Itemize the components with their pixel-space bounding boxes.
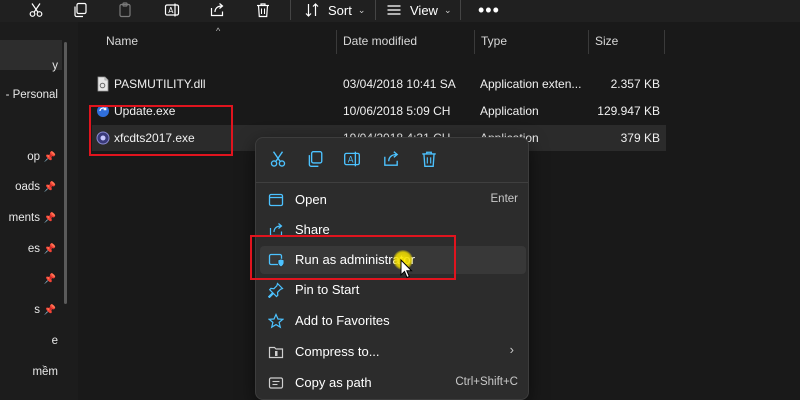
zip-folder-icon [268, 344, 284, 360]
nav-item-label: oads [15, 181, 40, 193]
rename-icon[interactable]: A [162, 0, 182, 20]
menu-item-open[interactable]: Open Enter [260, 186, 526, 214]
nav-item[interactable]: - Personal [0, 82, 62, 108]
more-options-button[interactable]: ••• [478, 0, 500, 20]
copy-icon[interactable] [306, 150, 324, 168]
pin-icon[interactable]: 📌 [44, 213, 56, 224]
pin-icon[interactable]: 📌 [44, 274, 56, 285]
paste-icon[interactable] [115, 0, 135, 20]
nav-item-label: e [51, 335, 58, 347]
cut-icon[interactable] [269, 150, 287, 168]
toolbar-separator [460, 0, 461, 20]
share-icon[interactable] [382, 150, 400, 168]
file-size: 379 KB [620, 131, 660, 145]
file-row[interactable]: PASMUTILITY.dll 03/04/2018 10:41 SA Applic… [92, 71, 666, 97]
delete-icon[interactable] [253, 0, 273, 20]
highlight-box-file [89, 105, 233, 156]
nav-item-label: ments [8, 212, 40, 224]
file-type: Application [480, 104, 539, 118]
nav-item[interactable]: op 📌 [0, 144, 62, 170]
navigation-pane: y- Personal op 📌 oads 📌 ments 📌 es 📌 📌 s 📌 e mềm [0, 22, 78, 400]
nav-item-label: y [52, 60, 58, 72]
file-type: Application exten... [480, 77, 582, 91]
toolbar-separator [375, 0, 376, 20]
file-name: PASMUTILITY.dll [114, 77, 206, 91]
view-list-icon [387, 5, 401, 15]
menu-item-copy-as-path[interactable]: Copy as path Ctrl+Shift+C [260, 369, 526, 397]
column-divider[interactable] [336, 30, 337, 54]
context-quick-actions: A [256, 138, 530, 180]
pin-icon [267, 282, 284, 299]
svg-text:A: A [348, 154, 354, 164]
menu-item-label: Copy as path [295, 375, 372, 390]
nav-scrollbar[interactable] [64, 42, 67, 304]
menu-item-label: Add to Favorites [295, 313, 390, 328]
rename-icon[interactable]: A [343, 150, 361, 168]
chevron-right-icon: › [509, 342, 514, 357]
open-app-icon [268, 192, 284, 208]
column-header-name[interactable]: Name [106, 34, 138, 48]
menu-item-label: Compress to... [295, 344, 380, 359]
menu-item-label: Pin to Start [295, 282, 360, 297]
menu-item-label: Open [295, 192, 327, 207]
nav-item[interactable]: ments 📌 [0, 205, 62, 231]
nav-item-label: mềm [32, 366, 58, 378]
mouse-cursor-icon [400, 259, 413, 279]
menu-item-add-to-favorites[interactable]: Add to Favorites [260, 307, 526, 335]
pin-icon[interactable]: 📌 [44, 152, 56, 163]
view-button[interactable]: View ⌄ [386, 0, 452, 20]
nav-item[interactable]: 📌 [0, 266, 62, 292]
share-icon[interactable] [207, 0, 227, 20]
file-date: 10/06/2018 5:09 CH [343, 104, 451, 118]
nav-item[interactable]: y [0, 53, 62, 79]
column-header-size[interactable]: Size [595, 34, 618, 48]
nav-item-label: es [27, 243, 40, 255]
column-header-type[interactable]: Type [481, 34, 507, 48]
star-icon [267, 313, 285, 329]
menu-separator [256, 182, 528, 183]
sort-ascending-icon: ^ [216, 26, 221, 36]
nav-item[interactable]: s 📌 [0, 297, 62, 323]
column-header-date[interactable]: Date modified [343, 34, 417, 48]
svg-text:A: A [168, 6, 174, 15]
nav-item-label: s [34, 304, 40, 316]
menu-item-shortcut: Enter [490, 193, 519, 205]
pin-icon[interactable]: 📌 [44, 244, 56, 255]
command-bar: A Sort ⌄ View ⌄ ••• [0, 0, 800, 22]
column-divider[interactable] [664, 30, 665, 54]
file-size: 2.357 KB [610, 77, 660, 91]
nav-item-label: op [27, 151, 40, 163]
file-size: 129.947 KB [597, 104, 660, 118]
pin-icon[interactable]: 📌 [44, 182, 56, 193]
menu-item-pin-to-start[interactable]: Pin to Start [260, 276, 526, 304]
column-divider[interactable] [588, 30, 589, 54]
delete-icon[interactable] [420, 150, 438, 168]
nav-item-label: - Personal [5, 89, 58, 101]
sort-button[interactable]: Sort ⌄ [304, 0, 365, 20]
nav-item[interactable]: oads 📌 [0, 174, 62, 200]
chevron-down-icon: ⌄ [357, 4, 366, 15]
highlight-box-run-as-admin [250, 235, 456, 280]
cut-icon[interactable] [26, 0, 46, 20]
view-label: View [410, 2, 438, 18]
menu-item-shortcut: Ctrl+Shift+C [455, 376, 518, 388]
nav-item[interactable]: es 📌 [0, 236, 62, 262]
pin-icon[interactable]: 📌 [44, 305, 56, 316]
sort-label: Sort [328, 2, 352, 18]
toolbar-separator [290, 0, 291, 20]
nav-item[interactable]: e [0, 328, 62, 354]
copy-path-icon [268, 375, 284, 391]
sort-icon [305, 3, 319, 17]
chevron-down-icon: ⌄ [443, 4, 452, 15]
menu-item-compress-to[interactable]: Compress to... › [260, 338, 526, 366]
column-divider[interactable] [474, 30, 475, 54]
nav-item[interactable]: mềm [0, 359, 62, 385]
dll-file-icon [96, 76, 110, 92]
copy-icon[interactable] [70, 0, 90, 20]
file-date: 03/04/2018 10:41 SA [343, 77, 456, 91]
